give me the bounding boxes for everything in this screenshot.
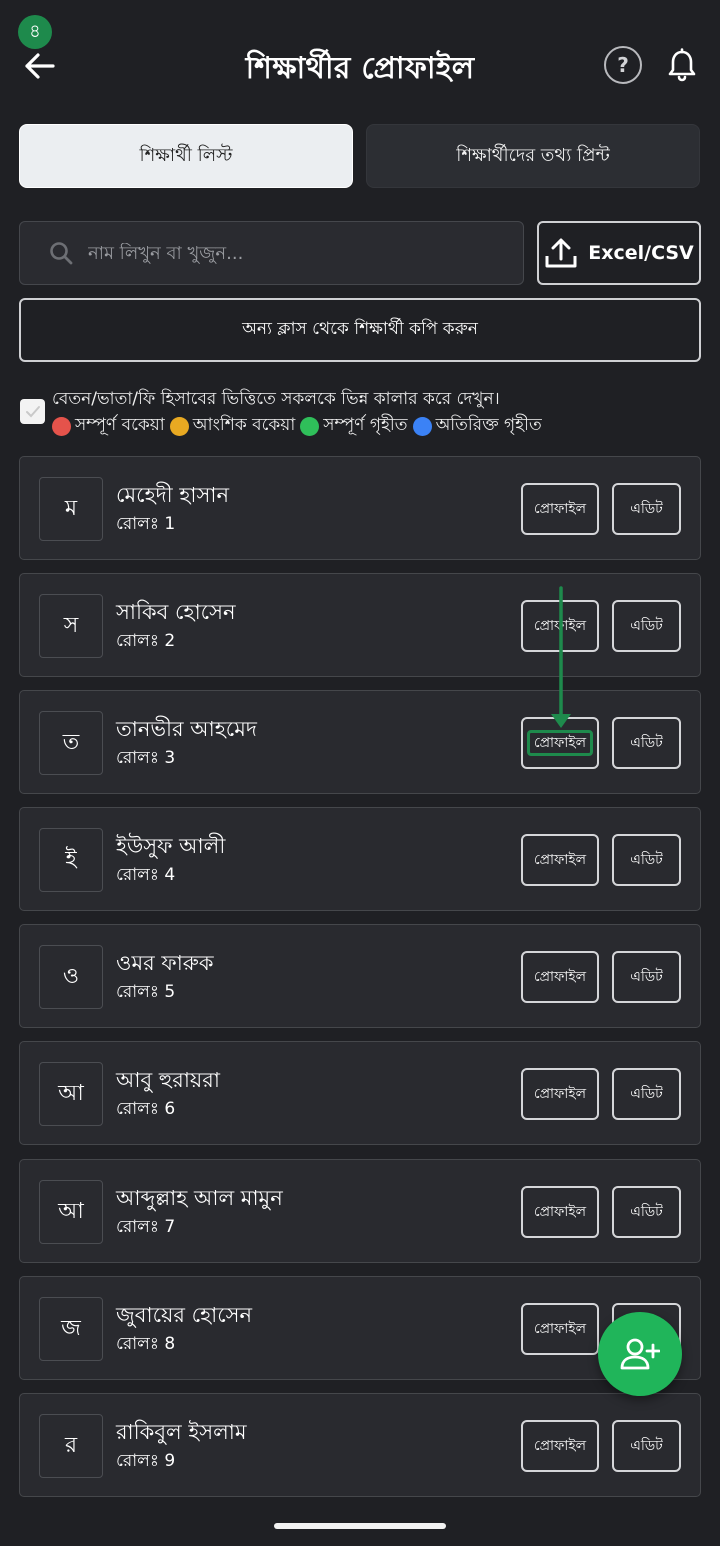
- add-user-icon: [620, 1338, 660, 1370]
- edit-button[interactable]: এডিট: [612, 717, 681, 769]
- avatar: ম: [39, 477, 103, 541]
- student-name: ইউসুফ আলী: [116, 834, 226, 858]
- step-badge: ৪: [18, 15, 52, 49]
- student-card: স সাকিব হোসেন রোলঃ 2 প্রোফাইল এডিট: [19, 573, 701, 677]
- excel-csv-button[interactable]: Excel/CSV: [537, 221, 701, 285]
- avatar: ও: [39, 945, 103, 1009]
- avatar: জ: [39, 1297, 103, 1361]
- student-card: ও ওমর ফারুক রোলঃ 5 প্রোফাইল এডিট: [19, 924, 701, 1028]
- student-card: আ আবু হুরায়রা রোলঃ 6 প্রোফাইল এডিট: [19, 1041, 701, 1145]
- avatar: ত: [39, 711, 103, 775]
- search-input[interactable]: [88, 242, 488, 264]
- student-name: আবু হুরায়রা: [116, 1068, 220, 1092]
- edit-button[interactable]: এডিট: [612, 600, 681, 652]
- copy-from-class-button[interactable]: অন্য ক্লাস থেকে শিক্ষার্থী কপি করুন: [19, 298, 701, 362]
- guide-highlight-box: [527, 730, 593, 756]
- tab-student-list[interactable]: শিক্ষার্থী লিস্ট: [19, 124, 353, 188]
- edit-button[interactable]: এডিট: [612, 1068, 681, 1120]
- arrow-left-icon: [25, 53, 55, 79]
- profile-button[interactable]: প্রোফাইল: [521, 1303, 599, 1355]
- legend-item-fully-received: সম্পূর্ণ গৃহীত: [300, 412, 408, 440]
- profile-button[interactable]: প্রোফাইল: [521, 483, 599, 535]
- student-card: আ আব্দুল্লাহ আল মামুন রোলঃ 7 প্রোফাইল এড…: [19, 1159, 701, 1263]
- profile-button[interactable]: প্রোফাইল: [521, 1068, 599, 1120]
- student-roll: রোলঃ 6: [116, 1099, 176, 1119]
- student-name: আব্দুল্লাহ আল মামুন: [116, 1186, 283, 1210]
- student-card: ত তানভীর আহমেদ রোলঃ 3 প্রোফাইল এডিট: [19, 690, 701, 794]
- page-title: শিক্ষার্থীর প্রোফাইল: [245, 51, 475, 86]
- legend-item-partial-due: আংশিক বকেয়া: [169, 412, 296, 440]
- legend-description: বেতন/ভাতা/ফি হিসাবের ভিত্তিতে সকলকে ভিন্…: [52, 389, 500, 409]
- student-roll: রোলঃ 3: [116, 748, 176, 768]
- legend-dot-green: [300, 416, 320, 436]
- student-name: তানভীর আহমেদ: [116, 717, 257, 741]
- search-box[interactable]: [19, 221, 524, 285]
- profile-button[interactable]: প্রোফাইল: [521, 951, 599, 1003]
- student-card: র রাকিবুল ইসলাম রোলঃ 9 প্রোফাইল এডিট: [19, 1393, 701, 1497]
- legend-row: সম্পূর্ণ বকেয়া আংশিক বকেয়া সম্পূর্ণ গৃ…: [52, 412, 547, 440]
- guide-arrow-icon: [551, 586, 571, 728]
- student-roll: রোলঃ 8: [116, 1334, 176, 1354]
- edit-button[interactable]: এডিট: [612, 834, 681, 886]
- excel-csv-label: Excel/CSV: [588, 242, 694, 264]
- student-roll: রোলঃ 9: [116, 1451, 176, 1471]
- avatar: ই: [39, 828, 103, 892]
- profile-button[interactable]: প্রোফাইল: [521, 1420, 599, 1472]
- add-student-fab[interactable]: [598, 1312, 682, 1396]
- student-roll: রোলঃ 5: [116, 982, 176, 1002]
- legend-item-full-due: সম্পূর্ণ বকেয়া: [52, 412, 165, 440]
- student-name: ওমর ফারুক: [116, 951, 214, 975]
- student-name: জুবায়ের হোসেন: [116, 1303, 253, 1327]
- check-icon: [25, 405, 40, 417]
- tab-print-info[interactable]: শিক্ষার্থীদের তথ্য প্রিন্ট: [366, 124, 700, 188]
- edit-button[interactable]: এডিট: [612, 1186, 681, 1238]
- student-roll: রোলঃ 7: [116, 1217, 176, 1237]
- profile-button[interactable]: প্রোফাইল: [521, 834, 599, 886]
- student-roll: রোলঃ 2: [116, 631, 176, 651]
- student-roll: রোলঃ 1: [116, 514, 176, 534]
- color-legend-checkbox[interactable]: [20, 399, 45, 424]
- edit-button[interactable]: এডিট: [612, 1420, 681, 1472]
- legend-label: সম্পূর্ণ বকেয়া: [75, 415, 165, 435]
- legend-item-extra-received: অতিরিক্ত গৃহীত: [412, 412, 542, 440]
- back-button[interactable]: [20, 46, 60, 86]
- profile-button[interactable]: প্রোফাইল: [521, 1186, 599, 1238]
- student-name: সাকিব হোসেন: [116, 600, 236, 624]
- legend-dot-blue: [412, 416, 432, 436]
- bell-icon: [668, 48, 696, 82]
- avatar: আ: [39, 1062, 103, 1126]
- student-name: মেহেদী হাসান: [116, 483, 229, 507]
- search-icon: [50, 242, 73, 265]
- edit-button[interactable]: এডিট: [612, 483, 681, 535]
- upload-icon: [545, 238, 577, 268]
- avatar: আ: [39, 1180, 103, 1244]
- help-button[interactable]: ?: [604, 46, 642, 84]
- legend-label: আংশিক বকেয়া: [192, 415, 296, 435]
- avatar: র: [39, 1414, 103, 1478]
- avatar: স: [39, 594, 103, 658]
- student-card: ই ইউসুফ আলী রোলঃ 4 প্রোফাইল এডিট: [19, 807, 701, 911]
- legend-label: অতিরিক্ত গৃহীত: [435, 415, 542, 435]
- home-indicator[interactable]: [274, 1523, 446, 1529]
- legend-dot-red: [52, 416, 71, 436]
- legend-label: সম্পূর্ণ গৃহীত: [323, 415, 408, 435]
- edit-button[interactable]: এডিট: [612, 951, 681, 1003]
- student-roll: রোলঃ 4: [116, 865, 176, 885]
- student-name: রাকিবুল ইসলাম: [116, 1420, 247, 1444]
- legend-dot-yellow: [169, 416, 189, 436]
- student-card: ম মেহেদী হাসান রোলঃ 1 প্রোফাইল এডিট: [19, 456, 701, 560]
- notification-button[interactable]: [664, 46, 700, 84]
